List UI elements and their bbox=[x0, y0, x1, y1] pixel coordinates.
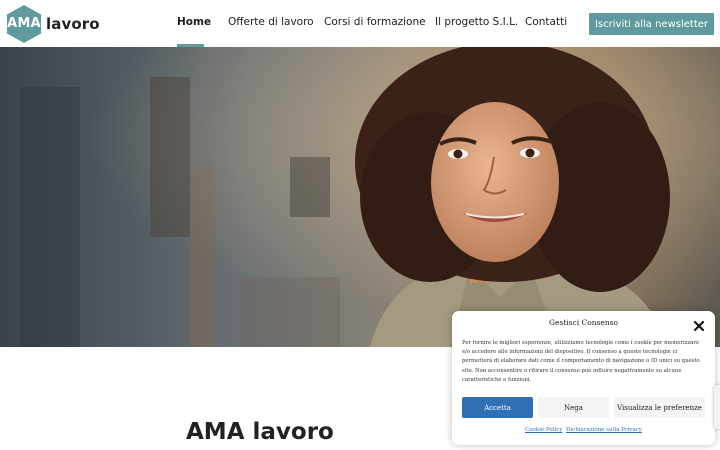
nav-item-home[interactable]: Home bbox=[177, 16, 211, 28]
newsletter-button[interactable]: Iscriviti alla newsletter bbox=[589, 13, 714, 35]
close-icon[interactable] bbox=[693, 317, 705, 332]
deny-button[interactable]: Nega bbox=[538, 397, 609, 418]
page-title: AMA lavoro bbox=[186, 419, 334, 445]
cookie-consent-dialog: Gestisci Consenso Per fornire le miglior… bbox=[452, 311, 715, 445]
nav-item-contatti[interactable]: Contatti bbox=[525, 16, 567, 28]
nav-item-progetto[interactable]: Il progetto S.I.L. bbox=[435, 16, 518, 28]
consent-title: Gestisci Consenso bbox=[548, 318, 619, 327]
site-header: AMA lavoro Home Offerte di lavoro Corsi … bbox=[0, 0, 720, 47]
privacy-statement-link[interactable]: Dichiarazione sulla Privacy bbox=[566, 427, 642, 433]
hero-illustration bbox=[0, 47, 720, 347]
logo-word: lavoro bbox=[46, 15, 100, 33]
recaptcha-badge[interactable] bbox=[714, 385, 720, 429]
site-logo[interactable]: AMA lavoro bbox=[5, 4, 100, 44]
logo-mark-text: AMA bbox=[7, 16, 41, 31]
nav-item-corsi[interactable]: Corsi di formazione bbox=[324, 16, 426, 28]
logo-hexagon-icon: AMA bbox=[5, 4, 43, 44]
nav-item-offerte[interactable]: Offerte di lavoro bbox=[228, 16, 314, 28]
accept-button[interactable]: Accetta bbox=[462, 397, 533, 418]
view-preferences-button[interactable]: Visualizza le preferenze bbox=[614, 397, 705, 418]
consent-description: Per fornire le migliori esperienze, util… bbox=[462, 340, 700, 383]
cookie-policy-link[interactable]: Cookie Policy bbox=[525, 427, 562, 433]
hero-image bbox=[0, 47, 720, 347]
